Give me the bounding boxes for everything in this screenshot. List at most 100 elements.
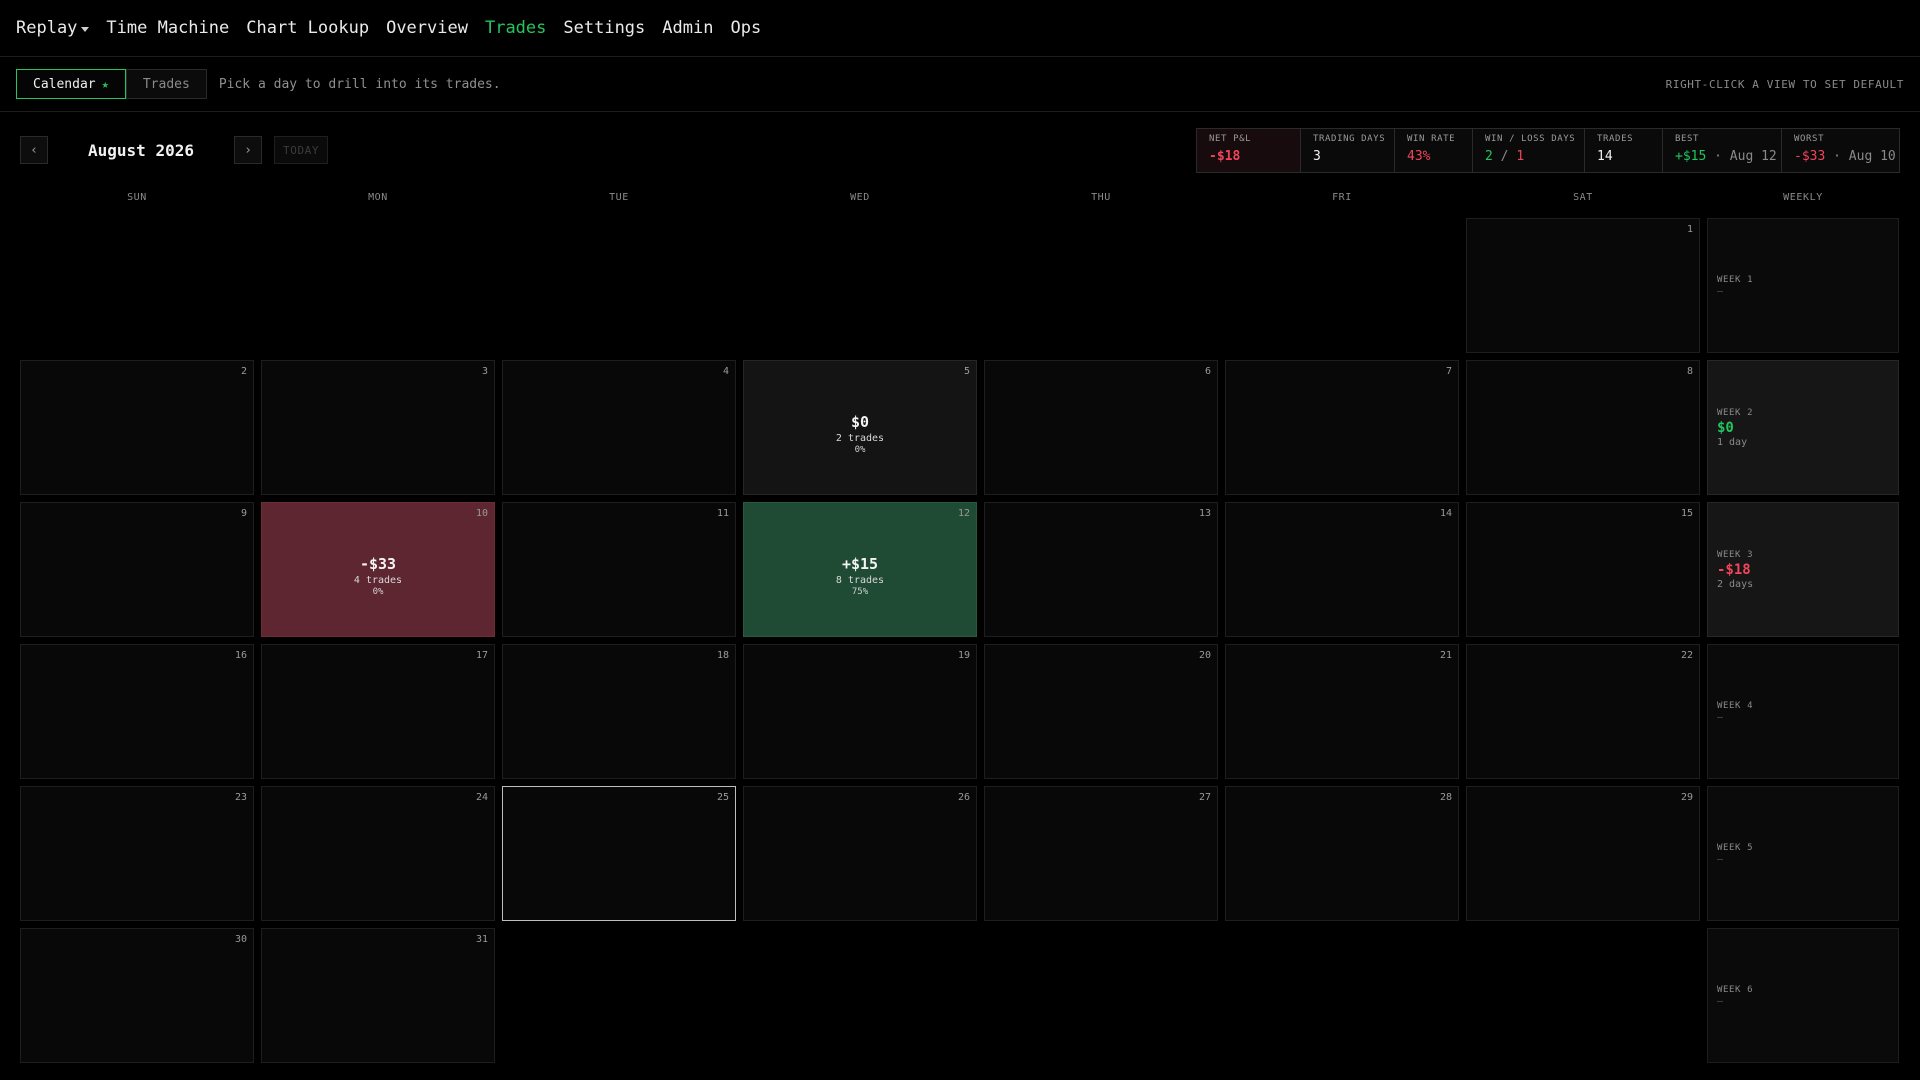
stat-value: +$15 · Aug 12 <box>1675 149 1777 164</box>
week-summary[interactable]: WEEK 6 – <box>1707 928 1899 1063</box>
weekday-sat: SAT <box>1573 192 1593 203</box>
day-cell[interactable]: 4 <box>502 360 736 495</box>
nav-trades[interactable]: Trades <box>485 18 546 38</box>
weekly-header: WEEKLY <box>1783 192 1823 203</box>
day-cell[interactable]: 14 <box>1225 502 1459 637</box>
nav-admin[interactable]: Admin <box>662 18 713 38</box>
star-icon: ★ <box>101 77 109 91</box>
day-cell[interactable]: 1 <box>1466 218 1700 353</box>
stat-win-loss-days: WIN / LOSS DAYS 2 / 1 <box>1473 129 1585 172</box>
day-cell[interactable]: 9 <box>20 502 254 637</box>
day-cell[interactable]: 6 <box>984 360 1218 495</box>
day-trade-count: 8 trades <box>835 575 885 586</box>
stat-worst: WORST -$33 · Aug 10 <box>1782 129 1899 172</box>
day-number: 6 <box>1204 366 1211 377</box>
weekday-tue: TUE <box>609 192 629 203</box>
day-win-rate: 0% <box>854 445 866 455</box>
stat-value: 3 <box>1313 149 1321 164</box>
day-cell[interactable]: 22 <box>1466 644 1700 779</box>
nav-time-machine[interactable]: Time Machine <box>106 18 229 38</box>
week-summary[interactable]: WEEK 3 -$18 2 days <box>1707 502 1899 637</box>
day-number: 22 <box>1680 650 1693 661</box>
prev-month-button[interactable]: ‹ <box>20 136 48 164</box>
week-summary[interactable]: WEEK 1 – <box>1707 218 1899 353</box>
default-view-hint: RIGHT-CLICK A VIEW TO SET DEFAULT <box>1665 77 1904 91</box>
chevron-right-icon: › <box>244 142 252 158</box>
day-cell[interactable]: 13 <box>984 502 1218 637</box>
month-controls: ‹ August 2026 › TODAY <box>20 136 329 164</box>
day-number: 23 <box>234 792 247 803</box>
week-summary-content: WEEK 4 – <box>1717 645 1753 778</box>
stat-trades: TRADES 14 <box>1585 129 1663 172</box>
day-cell[interactable]: 28 <box>1225 786 1459 921</box>
weekday-sun: SUN <box>127 192 147 203</box>
day-cell[interactable]: 31 <box>261 928 495 1063</box>
day-cell[interactable]: 10 -$33 4 trades 0% <box>261 502 495 637</box>
day-cell[interactable]: 29 <box>1466 786 1700 921</box>
day-cell[interactable]: 24 <box>261 786 495 921</box>
day-pnl: +$15 <box>841 555 879 573</box>
separator-dot: · <box>1833 149 1841 164</box>
week-summary[interactable]: WEEK 4 – <box>1707 644 1899 779</box>
day-cell[interactable]: 5 $0 2 trades 0% <box>743 360 977 495</box>
stat-value: -$18 <box>1209 149 1241 164</box>
day-cell[interactable]: 8 <box>1466 360 1700 495</box>
day-cell[interactable]: 23 <box>20 786 254 921</box>
stat-label: WIN / LOSS DAYS <box>1485 134 1576 144</box>
week-summary[interactable]: WEEK 5 – <box>1707 786 1899 921</box>
stat-label: TRADES <box>1597 134 1634 144</box>
day-number: 29 <box>1680 792 1693 803</box>
day-summary: -$33 4 trades 0% <box>262 555 494 597</box>
today-button[interactable]: TODAY <box>274 136 329 164</box>
weekday-wed: WED <box>850 192 870 203</box>
week-pnl: -$18 <box>1717 561 1751 578</box>
day-number: 15 <box>1680 508 1693 519</box>
week-empty-value: – <box>1717 711 1724 723</box>
nav-settings[interactable]: Settings <box>563 18 645 38</box>
day-win-rate: 0% <box>372 587 384 597</box>
stat-label: NET P&L <box>1209 134 1252 144</box>
day-number: 20 <box>1198 650 1211 661</box>
day-cell[interactable]: 19 <box>743 644 977 779</box>
day-cell[interactable]: 18 <box>502 644 736 779</box>
day-cell[interactable]: 12 +$15 8 trades 75% <box>743 502 977 637</box>
stat-label: TRADING DAYS <box>1313 134 1386 144</box>
day-cell[interactable]: 7 <box>1225 360 1459 495</box>
day-number: 14 <box>1439 508 1452 519</box>
day-cell[interactable]: 26 <box>743 786 977 921</box>
day-cell[interactable]: 16 <box>20 644 254 779</box>
nav-ops[interactable]: Ops <box>730 18 761 38</box>
best-date: Aug 12 <box>1729 149 1777 164</box>
nav-replay-label: Replay <box>16 18 78 38</box>
tab-calendar[interactable]: Calendar ★ <box>16 69 126 99</box>
week-label: WEEK 4 <box>1717 700 1754 711</box>
day-cell-today[interactable]: 25 <box>502 786 736 921</box>
nav-overview[interactable]: Overview <box>386 18 468 38</box>
stat-value: -$33 · Aug 10 <box>1794 149 1896 164</box>
day-number: 16 <box>234 650 247 661</box>
day-cell[interactable]: 15 <box>1466 502 1700 637</box>
day-cell[interactable]: 21 <box>1225 644 1459 779</box>
day-cell[interactable]: 27 <box>984 786 1218 921</box>
stat-label: WIN RATE <box>1407 134 1456 144</box>
day-cell[interactable]: 30 <box>20 928 254 1063</box>
day-cell[interactable]: 2 <box>20 360 254 495</box>
tab-calendar-label: Calendar <box>33 76 96 92</box>
tab-trades[interactable]: Trades <box>125 69 207 99</box>
day-cell[interactable]: 17 <box>261 644 495 779</box>
day-number: 30 <box>234 934 247 945</box>
day-cell[interactable]: 11 <box>502 502 736 637</box>
day-number: 12 <box>957 508 970 519</box>
next-month-button[interactable]: › <box>234 136 262 164</box>
stat-value: 43% <box>1407 149 1431 164</box>
day-number: 2 <box>240 366 247 377</box>
nav-replay[interactable]: Replay <box>16 18 90 38</box>
day-trade-count: 4 trades <box>353 575 403 586</box>
nav-chart-lookup[interactable]: Chart Lookup <box>246 18 369 38</box>
stat-value: 14 <box>1597 149 1613 164</box>
week-summary[interactable]: WEEK 2 $0 1 day <box>1707 360 1899 495</box>
week-summary-content: WEEK 1 – <box>1717 219 1753 352</box>
day-summary: +$15 8 trades 75% <box>744 555 976 597</box>
day-cell[interactable]: 3 <box>261 360 495 495</box>
day-cell[interactable]: 20 <box>984 644 1218 779</box>
